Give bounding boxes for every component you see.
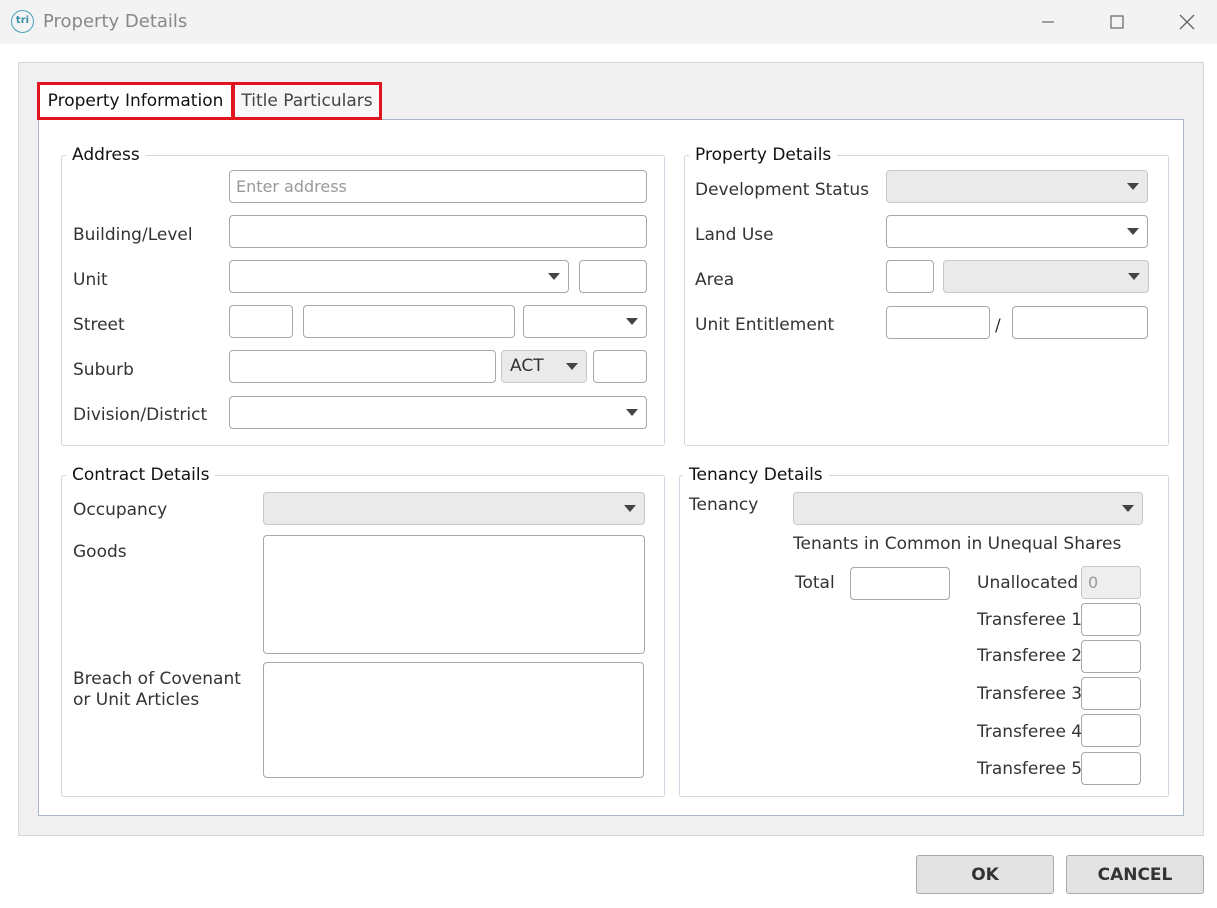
unit-entitlement-numerator-input[interactable]: [886, 306, 990, 339]
unallocated-label: Unallocated: [977, 573, 1079, 593]
building-level-label: Building/Level: [73, 225, 193, 245]
address-group-title: Address: [66, 145, 146, 165]
transferee-3-input[interactable]: [1081, 677, 1141, 710]
suburb-label: Suburb: [73, 360, 134, 380]
window-title: Property Details: [43, 11, 188, 32]
ok-button[interactable]: OK: [916, 855, 1054, 894]
transferee-4-label: Transferee 4: [977, 722, 1083, 742]
street-name-input[interactable]: [303, 305, 515, 338]
chevron-down-icon: [548, 273, 560, 280]
transferee-5-label: Transferee 5: [977, 759, 1083, 779]
transferee-4-input[interactable]: [1081, 714, 1141, 747]
street-number-input[interactable]: [229, 305, 293, 338]
unit-label: Unit: [73, 270, 108, 290]
land-use-select[interactable]: [886, 215, 1148, 248]
transferee-5-input[interactable]: [1081, 752, 1141, 785]
unit-entitlement-denominator-input[interactable]: [1012, 306, 1148, 339]
breach-label-line1: Breach of Covenant: [73, 669, 241, 689]
postcode-input[interactable]: [593, 350, 647, 383]
street-type-select[interactable]: [523, 305, 647, 338]
area-label: Area: [695, 270, 735, 290]
state-select[interactable]: ACT: [501, 350, 587, 383]
tab-property-information[interactable]: Property Information: [37, 82, 234, 120]
tenancy-select[interactable]: [793, 492, 1143, 525]
app-logo-icon: tri: [11, 10, 34, 33]
state-value: ACT: [510, 356, 544, 376]
goods-label: Goods: [73, 542, 127, 562]
building-level-input[interactable]: [229, 215, 647, 248]
close-icon[interactable]: [1159, 6, 1215, 38]
property-details-group-title: Property Details: [689, 145, 838, 165]
unit-type-select[interactable]: [229, 260, 569, 293]
chevron-down-icon: [626, 318, 638, 325]
tenancy-label: Tenancy: [689, 495, 759, 515]
minimize-icon[interactable]: [1020, 6, 1076, 38]
chevron-down-icon: [626, 409, 638, 416]
total-label: Total: [795, 573, 835, 593]
area-input[interactable]: [886, 260, 934, 293]
unit-entitlement-separator: /: [995, 316, 1001, 336]
transferee-3-label: Transferee 3: [977, 684, 1083, 704]
transferee-2-input[interactable]: [1081, 640, 1141, 673]
cancel-button[interactable]: CANCEL: [1066, 855, 1204, 894]
division-district-select[interactable]: [229, 396, 647, 429]
development-status-select[interactable]: [886, 170, 1148, 203]
chevron-down-icon: [1122, 505, 1134, 512]
breach-label-line2: or Unit Articles: [73, 690, 200, 710]
chevron-down-icon: [624, 505, 636, 512]
goods-textarea[interactable]: [263, 535, 645, 654]
unit-number-input[interactable]: [579, 260, 647, 293]
unallocated-input: 0: [1081, 566, 1141, 599]
transferee-1-label: Transferee 1: [977, 610, 1083, 630]
development-status-label: Development Status: [695, 180, 870, 200]
chevron-down-icon: [1127, 228, 1139, 235]
land-use-label: Land Use: [695, 225, 774, 245]
tenants-in-common-label: Tenants in Common in Unequal Shares: [793, 534, 1122, 554]
transferee-1-input[interactable]: [1081, 603, 1141, 636]
occupancy-select[interactable]: [263, 492, 645, 525]
suburb-input[interactable]: [229, 350, 496, 383]
occupancy-label: Occupancy: [73, 500, 168, 520]
transferee-2-label: Transferee 2: [977, 646, 1083, 666]
maximize-icon[interactable]: [1089, 6, 1145, 38]
chevron-down-icon: [1127, 183, 1139, 190]
chevron-down-icon: [566, 363, 578, 370]
breach-textarea[interactable]: [263, 662, 644, 778]
division-district-label: Division/District: [73, 405, 208, 425]
total-input[interactable]: [850, 567, 950, 600]
chevron-down-icon: [1128, 273, 1140, 280]
street-label: Street: [73, 315, 125, 335]
tab-title-particulars[interactable]: Title Particulars: [232, 82, 382, 120]
address-search-input[interactable]: Enter address: [229, 170, 647, 203]
area-unit-select[interactable]: [943, 260, 1149, 293]
contract-details-group-title: Contract Details: [66, 465, 216, 485]
unit-entitlement-label: Unit Entitlement: [695, 315, 835, 335]
tenancy-details-group-title: Tenancy Details: [683, 465, 829, 485]
